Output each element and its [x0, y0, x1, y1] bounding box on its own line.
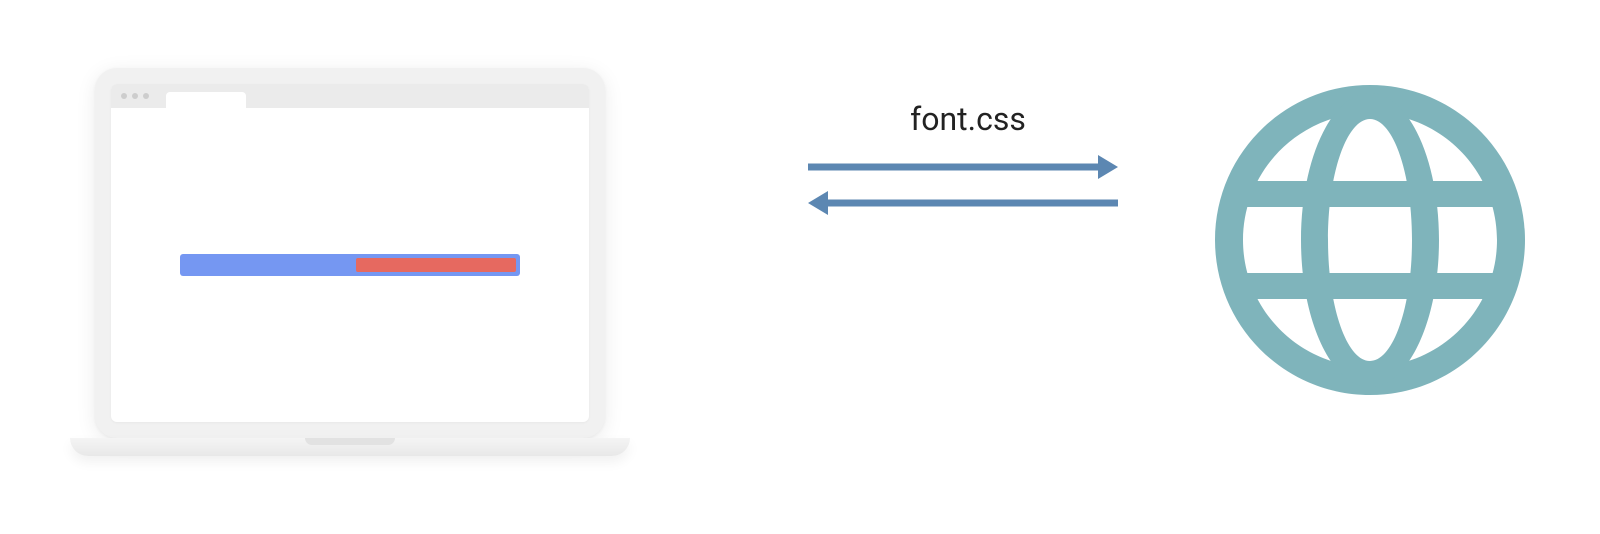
window-control-dot	[143, 93, 149, 99]
globe-icon	[1215, 85, 1525, 399]
browser-window	[111, 84, 589, 422]
laptop-screen	[95, 68, 605, 438]
laptop	[95, 68, 630, 456]
laptop-notch	[305, 438, 395, 445]
request-response-arrows: font.css	[808, 100, 1118, 218]
arrow-left-icon	[808, 188, 1118, 218]
arrow-right-icon	[808, 152, 1118, 182]
laptop-base	[70, 438, 630, 456]
browser-content	[111, 108, 589, 422]
window-control-dot	[132, 93, 138, 99]
progress-fill	[356, 258, 516, 272]
window-control-dot	[121, 93, 127, 99]
browser-tab	[166, 92, 246, 108]
progress-bar	[180, 254, 520, 276]
request-label: font.css	[828, 100, 1108, 138]
browser-chrome	[111, 84, 589, 108]
